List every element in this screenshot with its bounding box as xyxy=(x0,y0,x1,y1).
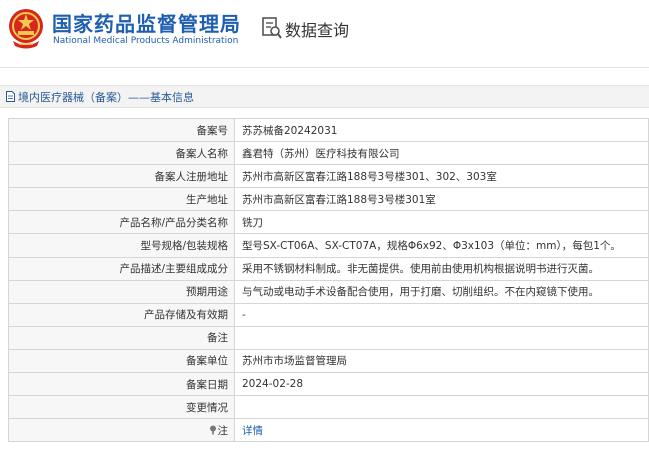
field-label: 产品名称/产品分类名称 xyxy=(8,210,235,235)
field-label: 备案单位 xyxy=(8,348,235,374)
field-label: 备案号 xyxy=(8,117,235,143)
site-title-en: National Medical Products Administration xyxy=(53,36,239,46)
note-value-cell: 详情 xyxy=(234,418,649,443)
field-label: 生产地址 xyxy=(8,187,235,212)
table-row: 产品存储及有效期 - xyxy=(8,302,649,327)
table-row: 备案号 苏苏械备20242031 xyxy=(8,117,649,143)
search-document-icon xyxy=(262,17,282,39)
table-row: 备案人注册地址 苏州市高新区富春江路188号3号楼301、302、303室 xyxy=(8,164,649,189)
details-link[interactable]: 详情 xyxy=(242,425,263,437)
note-label: 注 xyxy=(217,424,229,437)
field-value xyxy=(234,395,649,420)
field-label: 型号规格/包装规格 xyxy=(8,233,235,258)
national-emblem-icon xyxy=(9,9,43,49)
field-label: 备案人名称 xyxy=(8,141,235,166)
site-title-cn: 国家药品监督管理局 xyxy=(52,12,241,36)
field-value: 苏州市高新区富春江路188号3号楼301、302、303室 xyxy=(234,164,649,189)
record-detail-table: 备案号 苏苏械备20242031 备案人名称 鑫君特（苏州）医疗科技有限公司 备… xyxy=(8,117,649,443)
field-value: 苏苏械备20242031 xyxy=(234,117,649,143)
table-row: 备注 xyxy=(8,325,649,350)
note-label-cell: 注 xyxy=(8,418,235,443)
field-label: 备案人注册地址 xyxy=(8,164,235,189)
field-label: 备案日期 xyxy=(8,372,235,397)
note-icon xyxy=(209,425,216,435)
field-label: 预期用途 xyxy=(8,279,235,304)
site-header: 国家药品监督管理局 National Medical Products Admi… xyxy=(0,0,649,60)
table-row: 型号规格/包装规格 型号SX-CT06A、SX-CT07A，规格Φ6x92、Φ3… xyxy=(8,233,649,258)
field-value xyxy=(234,325,649,350)
field-value: 型号SX-CT06A、SX-CT07A，规格Φ6x92、Φ3x103（单位：mm… xyxy=(234,233,649,258)
field-label: 产品描述/主要组成成分 xyxy=(8,256,235,281)
table-row: 备案人名称 鑫君特（苏州）医疗科技有限公司 xyxy=(8,141,649,166)
field-value: 苏州市高新区富春江路188号3号楼301室 xyxy=(234,187,649,212)
document-icon xyxy=(6,91,15,102)
field-label: 产品存储及有效期 xyxy=(8,302,235,327)
table-row: 注 详情 xyxy=(8,418,649,443)
table-row: 产品名称/产品分类名称 铣刀 xyxy=(8,210,649,235)
table-row: 备案日期 2024-02-28 xyxy=(8,372,649,397)
field-value: 采用不锈钢材料制成。非无菌提供。使用前由使用机构根据说明书进行灭菌。 xyxy=(234,256,649,281)
field-label: 备注 xyxy=(8,325,235,350)
table-row: 生产地址 苏州市高新区富春江路188号3号楼301室 xyxy=(8,187,649,212)
field-value: 鑫君特（苏州）医疗科技有限公司 xyxy=(234,141,649,166)
data-query-title: 数据查询 xyxy=(285,21,350,40)
table-row: 变更情况 xyxy=(8,395,649,420)
field-value: 与气动或电动手术设备配合使用，用于打磨、切削组织。不在内窥镜下使用。 xyxy=(234,279,649,304)
table-row: 备案单位 苏州市市场监督管理局 xyxy=(8,348,649,374)
section-title: 境内医疗器械（备案）——基本信息 xyxy=(18,91,194,104)
field-value: 苏州市市场监督管理局 xyxy=(234,348,649,374)
table-row: 产品描述/主要组成成分 采用不锈钢材料制成。非无菌提供。使用前由使用机构根据说明… xyxy=(8,256,649,281)
field-value: 2024-02-28 xyxy=(234,372,649,397)
header-divider xyxy=(0,67,649,68)
section-header: 境内医疗器械（备案）——基本信息 xyxy=(0,85,649,108)
table-row: 预期用途 与气动或电动手术设备配合使用，用于打磨、切削组织。不在内窥镜下使用。 xyxy=(8,279,649,304)
field-label: 变更情况 xyxy=(8,395,235,420)
field-value: 铣刀 xyxy=(234,210,649,235)
field-value: - xyxy=(234,302,649,327)
